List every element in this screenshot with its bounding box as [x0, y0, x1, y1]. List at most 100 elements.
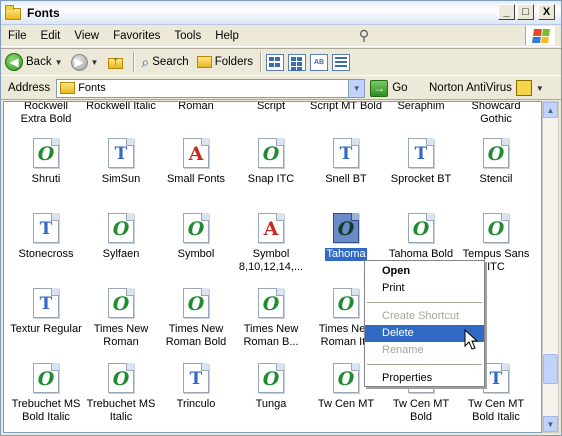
font-type-glyph: O: [262, 293, 280, 315]
menu-favorites[interactable]: Favorites: [106, 30, 167, 42]
font-file-icon: O: [183, 288, 209, 318]
windows-logo-icon: [525, 26, 555, 45]
font-file-icon: O: [33, 138, 59, 168]
vertical-scrollbar[interactable]: ▲ ▼: [542, 101, 559, 433]
toolbar-separator: [133, 52, 135, 72]
font-file-item[interactable]: O Tunga: [234, 363, 308, 411]
details-view-icon[interactable]: [332, 53, 351, 71]
norton-shield-icon: [515, 80, 532, 96]
norton-label: Norton AntiVirus: [429, 82, 512, 94]
font-file-label: Script MT Bold: [310, 101, 382, 112]
font-type-glyph: O: [487, 143, 505, 165]
title-bar[interactable]: Fonts _ □ X: [1, 1, 561, 25]
font-file-item[interactable]: O Times New Roman B...: [234, 288, 308, 349]
font-file-item[interactable]: O Times New Roman: [84, 288, 158, 349]
forward-dropdown-icon[interactable]: ▼: [91, 58, 99, 67]
font-file-item[interactable]: T SimSun: [84, 138, 158, 186]
font-file-item[interactable]: O Snap ITC: [234, 138, 308, 186]
address-input[interactable]: Fonts ▼: [56, 78, 366, 98]
font-type-glyph: O: [262, 143, 280, 165]
font-file-icon: T: [183, 363, 209, 393]
norton-dropdown-icon[interactable]: ▼: [536, 84, 544, 93]
scroll-down-icon[interactable]: ▼: [543, 416, 558, 432]
scroll-up-icon[interactable]: ▲: [543, 102, 558, 118]
font-file-icon: O: [258, 363, 284, 393]
font-file-icon: O: [483, 213, 509, 243]
font-file-icon: O: [108, 213, 134, 243]
font-file-icon: O: [258, 138, 284, 168]
large-icons-view-icon[interactable]: [266, 53, 285, 71]
font-file-item[interactable]: T Stonecross: [9, 213, 83, 261]
menu-edit[interactable]: Edit: [34, 30, 68, 42]
font-type-glyph: O: [37, 143, 55, 165]
back-label: Back: [26, 56, 52, 68]
folders-button[interactable]: Folders: [193, 50, 257, 74]
font-file-item[interactable]: T Snell BT: [309, 138, 383, 186]
font-file-item[interactable]: Rockwell Italic: [84, 102, 158, 113]
font-file-item[interactable]: O Sylfaen: [84, 213, 158, 261]
font-file-item[interactable]: Roman: [159, 102, 233, 113]
search-button[interactable]: ⌕ Search: [137, 50, 192, 74]
font-file-item[interactable]: O Tahoma Bold: [384, 213, 458, 261]
font-file-icon: O: [333, 363, 359, 393]
minimize-button[interactable]: _: [498, 4, 515, 20]
list-view-icon[interactable]: [288, 53, 307, 71]
font-file-item[interactable]: O Trebuchet MS Bold Italic: [9, 363, 83, 424]
font-file-label: Trinculo: [176, 398, 216, 410]
font-file-item[interactable]: Script: [234, 101, 308, 113]
search-icon: ⌕: [141, 53, 150, 70]
font-file-label: Sprocket BT: [390, 173, 452, 185]
font-file-icon: O: [258, 288, 284, 318]
font-file-item[interactable]: Script MT Bold: [309, 101, 383, 113]
font-type-glyph: T: [489, 369, 503, 389]
font-file-icon: O: [483, 138, 509, 168]
go-button[interactable]: → Go: [370, 79, 408, 97]
folders-icon: [196, 56, 212, 68]
ctx-properties[interactable]: Properties: [365, 370, 484, 387]
font-file-item[interactable]: O Shruti: [9, 138, 83, 186]
menu-file[interactable]: File: [1, 30, 34, 42]
font-file-icon: O: [108, 288, 134, 318]
search-label: Search: [152, 56, 189, 68]
font-type-glyph: O: [187, 218, 205, 240]
menu-help[interactable]: Help: [208, 30, 246, 42]
forward-button[interactable]: ▶ ▼: [67, 50, 103, 74]
font-file-item[interactable]: Seraphim: [384, 102, 458, 113]
norton-antivirus-toolbar[interactable]: Norton AntiVirus ▼: [429, 80, 544, 96]
font-file-item[interactable]: T Sprocket BT: [384, 138, 458, 186]
standard-toolbar: ◀ Back ▼ ▶ ▼ ↑ ⌕ Search Folders AB: [1, 48, 561, 76]
font-file-item[interactable]: O Stencil: [459, 138, 533, 186]
similarity-view-icon[interactable]: AB: [310, 53, 329, 71]
font-file-item[interactable]: O Times New Roman Bold: [159, 288, 233, 349]
scroll-thumb[interactable]: [543, 354, 558, 384]
close-button[interactable]: X: [538, 4, 555, 20]
font-file-icon: T: [333, 138, 359, 168]
font-file-label: Trebuchet MS Italic: [86, 398, 156, 423]
menu-tools[interactable]: Tools: [167, 30, 208, 42]
ctx-print[interactable]: Print: [365, 280, 484, 297]
toolbar-separator: [260, 52, 262, 72]
font-type-glyph: O: [112, 368, 130, 390]
address-dropdown-icon[interactable]: ▼: [348, 79, 365, 97]
font-file-icon: O: [333, 288, 359, 318]
maximize-button[interactable]: □: [517, 4, 534, 20]
font-file-icon: O: [33, 363, 59, 393]
font-file-label: Tahoma: [325, 248, 367, 261]
up-button[interactable]: ↑: [102, 50, 130, 74]
ctx-open[interactable]: Open: [365, 263, 484, 280]
font-file-item[interactable]: Rockwell Extra Bold: [9, 102, 83, 126]
menu-view[interactable]: View: [67, 30, 106, 42]
font-file-item[interactable]: A Small Fonts: [159, 138, 233, 186]
font-file-item[interactable]: T Trinculo: [159, 363, 233, 411]
font-file-item[interactable]: A Symbol 8,10,12,14,...: [234, 213, 308, 274]
font-file-item[interactable]: O Tahoma: [309, 213, 383, 261]
font-file-item[interactable]: T Textur Regular: [9, 288, 83, 336]
back-button[interactable]: ◀ Back ▼: [1, 50, 67, 74]
font-file-item[interactable]: Showcard Gothic: [459, 102, 533, 126]
font-file-label: Stonecross: [18, 248, 74, 260]
back-dropdown-icon[interactable]: ▼: [55, 58, 63, 67]
font-file-item[interactable]: O Symbol: [159, 213, 233, 261]
font-file-label: Script: [256, 101, 286, 112]
font-file-item[interactable]: O Trebuchet MS Italic: [84, 363, 158, 424]
chain-link-icon[interactable]: ⚲: [353, 27, 375, 45]
